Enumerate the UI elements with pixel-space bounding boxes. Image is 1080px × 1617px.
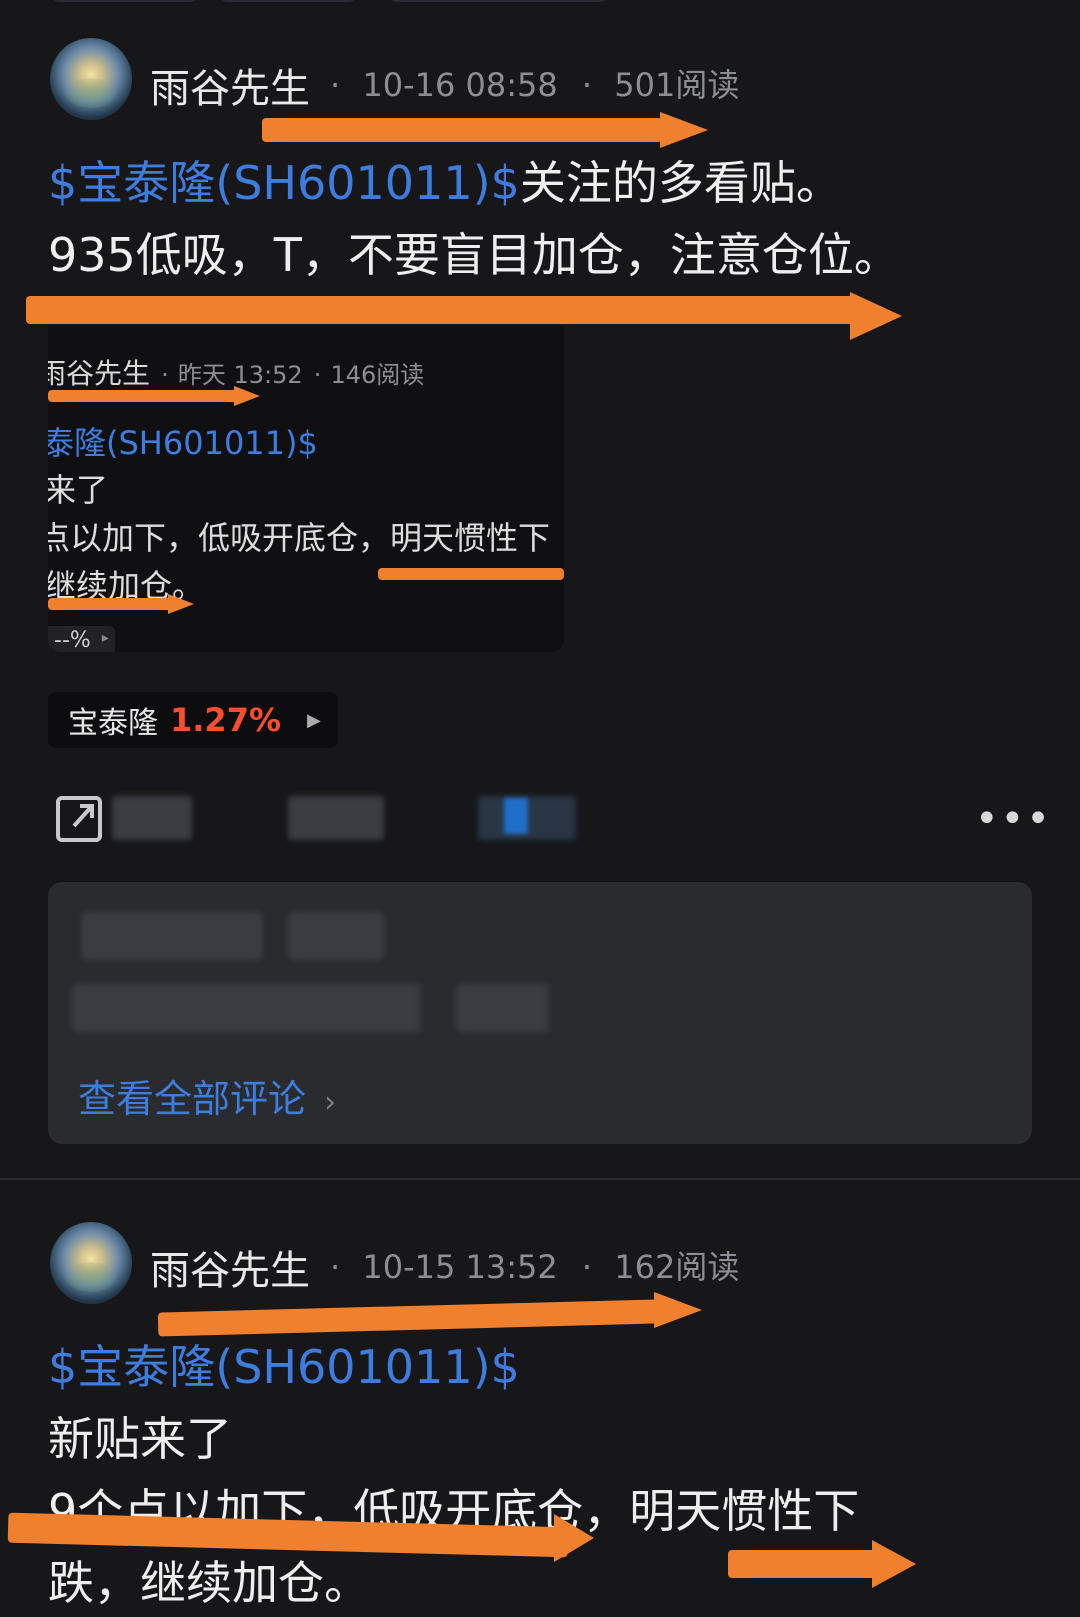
post-text-line-2: 935低吸，T，不要盲目加仓，注意仓位。 <box>48 228 900 282</box>
quoted-stock-link[interactable]: 泰隆(SH601011)$ <box>48 418 318 464</box>
post-stock-link-line: $宝泰隆(SH601011)$ <box>48 1332 520 1402</box>
view-all-comments-link[interactable]: 查看全部评论 › <box>78 1068 336 1123</box>
blurred-comment <box>82 912 262 960</box>
annotation-arrow-head <box>872 1540 916 1588</box>
top-tab-3[interactable] <box>388 0 610 2</box>
stock-chip[interactable]: 宝泰隆 1.27% ▶ <box>48 692 338 748</box>
play-arrow-icon: ▸ <box>101 630 109 646</box>
more-icon[interactable]: ••• <box>975 796 1052 842</box>
post-divider <box>0 1178 1080 1180</box>
post-text-line-1: $宝泰隆(SH601011)$关注的多看贴。 <box>48 148 842 218</box>
stock-link[interactable]: $宝泰隆(SH601011)$ <box>48 156 520 210</box>
top-tab-1[interactable] <box>50 0 200 2</box>
quoted-date: 昨天 13:52 <box>177 361 303 389</box>
quoted-reads: 146阅读 <box>330 361 425 389</box>
post-text-line-1: 新贴来了 <box>48 1412 232 1466</box>
post-date: 10-16 08:58 <box>362 66 558 104</box>
blurred-action-item[interactable] <box>288 796 384 840</box>
blurred-action-label <box>112 796 192 840</box>
stock-chip-name: 宝泰隆 <box>68 706 158 741</box>
quoted-text-line: 点以加下，低吸开底仓，明天惯性下 <box>48 519 551 557</box>
annotation-arrow-line <box>48 390 238 402</box>
post-date: 10-15 13:52 <box>362 1248 558 1286</box>
author-name[interactable]: 雨谷先生 <box>150 56 310 114</box>
annotation-arrow-line <box>728 1550 878 1578</box>
meta-dot: · <box>581 1248 593 1286</box>
quoted-text-line: 来了 <box>48 471 109 509</box>
blurred-comment <box>288 912 384 960</box>
stock-chip-change: 1.27% <box>170 701 282 739</box>
annotation-arrow-head <box>850 292 902 340</box>
blurred-comment <box>456 984 548 1032</box>
meta-dot: · <box>161 361 169 389</box>
quoted-stock-pct[interactable]: --% ▸ <box>48 626 115 652</box>
author-name[interactable]: 雨谷先生 <box>150 1238 310 1296</box>
chevron-right-icon: › <box>324 1085 337 1120</box>
annotation-arrow-line <box>262 118 662 142</box>
author-avatar[interactable] <box>50 38 132 120</box>
post-text: 关注的多看贴。 <box>519 156 842 210</box>
meta-dot: · <box>313 361 322 389</box>
annotation-arrow-head <box>168 594 194 614</box>
play-arrow-icon: ▶ <box>307 709 321 731</box>
meta-dot: · <box>330 66 341 104</box>
annotation-arrow-line <box>48 598 172 610</box>
quoted-post-card[interactable]: 雨谷先生 · 昨天 13:52 · 146阅读 泰隆(SH601011)$ 来了… <box>48 326 564 652</box>
share-icon[interactable] <box>56 796 102 842</box>
view-all-comments-label: 查看全部评论 <box>78 1077 307 1121</box>
blurred-comment <box>72 984 420 1032</box>
top-tab-2[interactable] <box>218 0 358 2</box>
post-meta: · 10-15 13:52 · 162阅读 <box>330 1242 739 1288</box>
quoted-author: 雨谷先生 <box>48 357 151 390</box>
annotation-arrow-head <box>234 386 260 406</box>
post-meta: · 10-16 08:58 · 501阅读 <box>330 60 739 106</box>
post-text-line-3: 跌，继续加仓。 <box>48 1556 370 1610</box>
annotation-arrow-head <box>654 1292 702 1328</box>
author-avatar[interactable] <box>50 1222 132 1304</box>
quoted-pct-value: --% <box>54 628 91 652</box>
meta-dot: · <box>581 66 593 104</box>
meta-dot: · <box>330 1248 341 1286</box>
annotation-arrow-line <box>26 296 856 324</box>
blurred-like-icon <box>504 798 528 834</box>
post-reads: 501阅读 <box>614 66 740 104</box>
annotation-arrow-line <box>378 568 564 580</box>
annotation-arrow-head <box>554 1514 594 1562</box>
comment-preview-box[interactable]: 查看全部评论 › <box>48 882 1032 1144</box>
annotation-arrow-line <box>157 1299 659 1337</box>
annotation-arrow-head <box>660 112 708 148</box>
stock-link[interactable]: $宝泰隆(SH601011)$ <box>48 1340 520 1394</box>
post-reads: 162阅读 <box>614 1248 740 1286</box>
